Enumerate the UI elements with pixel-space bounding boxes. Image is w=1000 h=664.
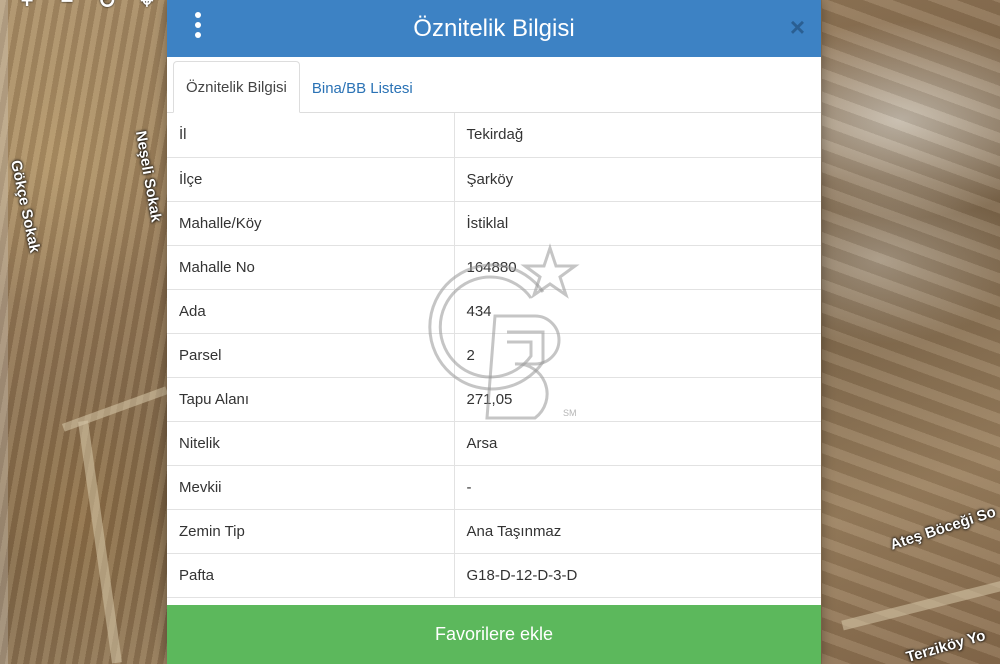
table-row: İl Tekirdağ	[167, 113, 821, 158]
row-key: Mahalle/Köy	[167, 201, 455, 246]
row-key: Tapu Alanı	[167, 377, 455, 422]
table-row: Nitelik Arsa	[167, 421, 821, 466]
row-key: Mevkii	[167, 465, 455, 510]
modal-header: Öznitelik Bilgisi ×	[167, 0, 821, 57]
table-row: Mahalle/Köy İstiklal	[167, 201, 821, 246]
row-value: G18-D-12-D-3-D	[454, 553, 821, 598]
row-value: -	[454, 465, 821, 510]
tab-building-list[interactable]: Bina/BB Listesi	[300, 63, 425, 113]
locate-button[interactable]: ⌖	[134, 0, 160, 14]
add-favorite-button[interactable]: Favorilere ekle	[167, 605, 821, 664]
row-key: Pafta	[167, 553, 455, 598]
row-key: İl	[167, 113, 455, 158]
field-texture-right	[822, 0, 1000, 664]
row-value: Tekirdağ	[454, 113, 821, 158]
table-row: Mevkii -	[167, 465, 821, 510]
tab-attribute-info[interactable]: Öznitelik Bilgisi	[173, 61, 300, 113]
table-row: Mahalle No 164880	[167, 245, 821, 290]
map-edge	[0, 0, 8, 664]
refresh-icon: ↻	[97, 0, 117, 13]
table-row: Tapu Alanı 271,05	[167, 377, 821, 422]
row-value: 164880	[454, 245, 821, 290]
plus-icon: +	[20, 0, 34, 13]
row-value: 271,05	[454, 377, 821, 422]
row-key: Nitelik	[167, 421, 455, 466]
row-key: Ada	[167, 289, 455, 334]
zoom-out-button[interactable]: −	[54, 0, 80, 14]
crosshair-icon: ⌖	[140, 0, 154, 13]
map-toolbar: + − ↻ ⌖	[14, 0, 160, 14]
row-key: Zemin Tip	[167, 509, 455, 554]
table-row: İlçe Şarköy	[167, 157, 821, 202]
table-row: Ada 434	[167, 289, 821, 334]
field-texture-left	[0, 0, 170, 664]
row-value: Ana Taşınmaz	[454, 509, 821, 554]
row-value: 2	[454, 333, 821, 378]
kebab-menu-icon[interactable]	[191, 12, 205, 38]
refresh-button[interactable]: ↻	[94, 0, 120, 14]
modal-title: Öznitelik Bilgisi	[413, 14, 575, 42]
modal-tabs: Öznitelik Bilgisi Bina/BB Listesi	[167, 57, 821, 113]
zoom-in-button[interactable]: +	[14, 0, 40, 14]
row-key: Mahalle No	[167, 245, 455, 290]
table-row: Zemin Tip Ana Taşınmaz	[167, 509, 821, 554]
row-value: Şarköy	[454, 157, 821, 202]
minus-icon: −	[60, 0, 74, 13]
table-row: Parsel 2	[167, 333, 821, 378]
row-value: 434	[454, 289, 821, 334]
row-value: İstiklal	[454, 201, 821, 246]
attribute-table: İl Tekirdağ İlçe Şarköy Mahalle/Köy İstikla…	[167, 113, 821, 598]
row-key: Parsel	[167, 333, 455, 378]
row-value: Arsa	[454, 421, 821, 466]
row-key: İlçe	[167, 157, 455, 202]
attribute-info-modal: Öznitelik Bilgisi × Öznitelik Bilgisi Bi…	[167, 0, 821, 664]
close-icon[interactable]: ×	[790, 12, 805, 43]
table-row: Pafta G18-D-12-D-3-D	[167, 553, 821, 598]
